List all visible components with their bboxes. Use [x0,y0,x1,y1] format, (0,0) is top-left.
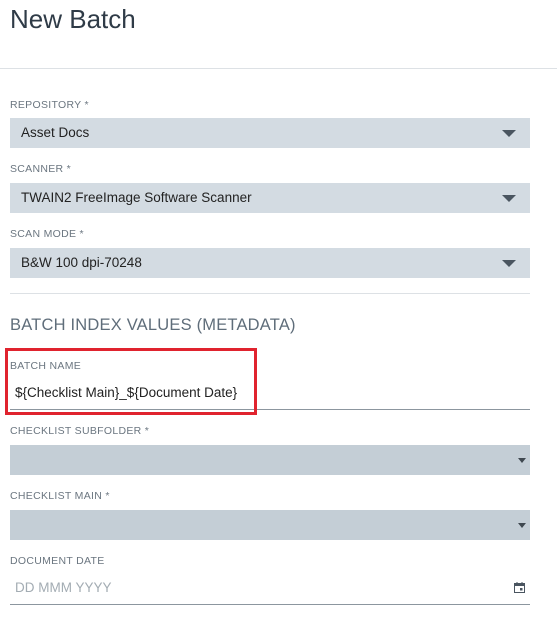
header-divider [0,68,557,69]
scan-mode-value: B&W 100 dpi-70248 [21,255,142,270]
chevron-down-icon [502,195,516,202]
repository-select[interactable]: Asset Docs [10,118,530,148]
chevron-down-icon [502,260,516,267]
checklist-main-label: CHECKLIST MAIN * [10,490,110,502]
document-date-placeholder: DD MMM YYYY [15,580,112,595]
repository-value: Asset Docs [21,125,90,140]
section-divider [10,293,530,294]
scan-mode-label: SCAN MODE * [10,228,84,240]
scanner-label: SCANNER * [10,163,72,175]
scan-mode-select[interactable]: B&W 100 dpi-70248 [10,248,530,278]
calendar-icon[interactable] [514,582,525,593]
checklist-main-select[interactable] [10,510,530,540]
checklist-subfolder-select[interactable] [10,445,530,475]
repository-label: REPOSITORY * [10,99,89,111]
chevron-down-icon [518,458,526,463]
chevron-down-icon [518,523,526,528]
chevron-down-icon [502,130,516,137]
page-title: New Batch [10,4,136,34]
scanner-select[interactable]: TWAIN2 FreeImage Software Scanner [10,183,530,213]
document-date-field[interactable]: DD MMM YYYY [10,573,530,605]
document-date-label: DOCUMENT DATE [10,555,105,567]
checklist-subfolder-label: CHECKLIST SUBFOLDER * [10,425,150,437]
scanner-value: TWAIN2 FreeImage Software Scanner [21,190,252,205]
highlight-box [5,348,257,415]
metadata-section-title: BATCH INDEX VALUES (METADATA) [10,316,296,334]
